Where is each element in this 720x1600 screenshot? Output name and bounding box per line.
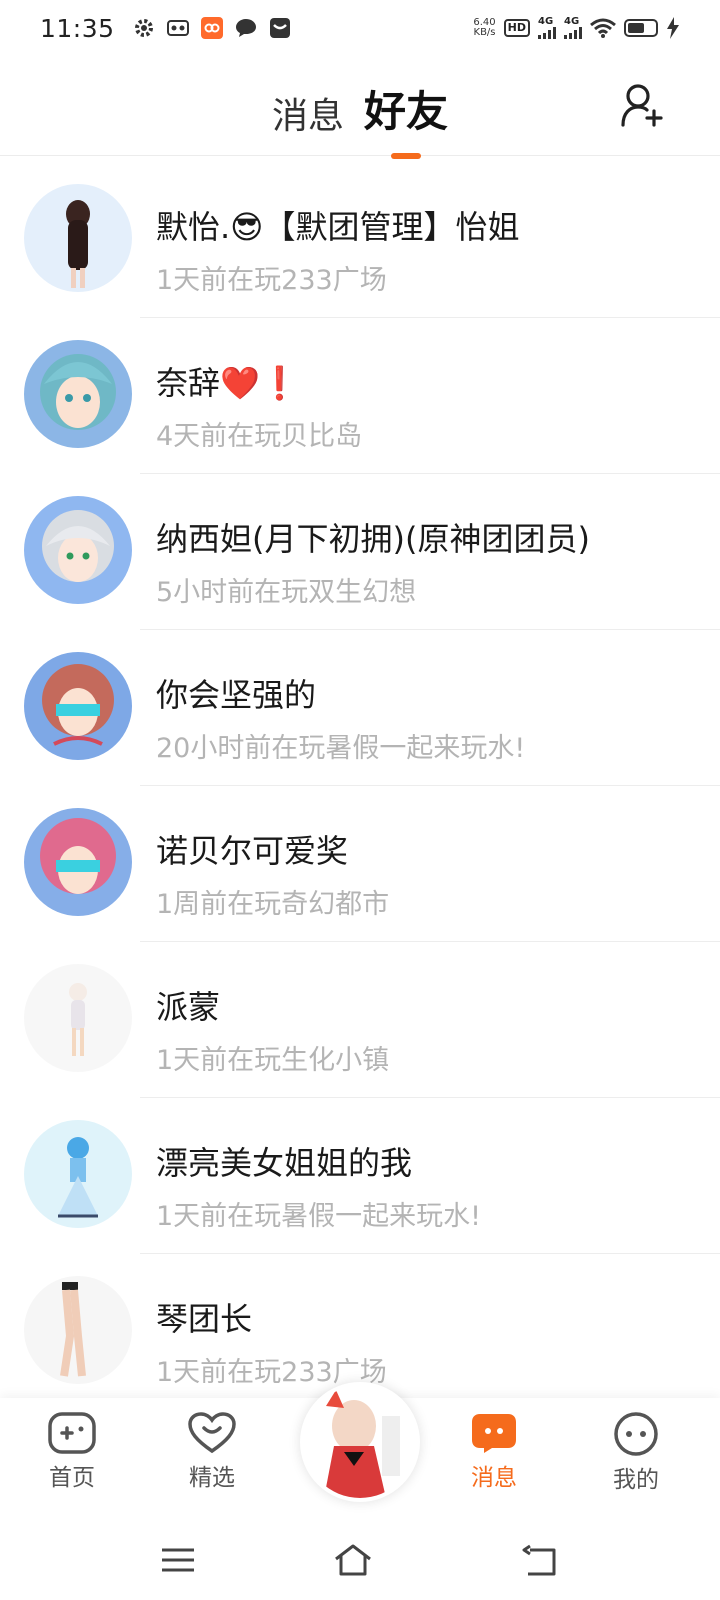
friend-name: 漂亮美女姐姐的我 — [156, 1144, 413, 1182]
tab-messages[interactable]: 消息 — [272, 87, 344, 139]
chat-bubble-icon — [235, 17, 257, 39]
friend-name: 奈辞❤️❗ — [156, 364, 300, 402]
page-header: 消息 好友 — [0, 56, 720, 159]
tab-friends-label: 好友 — [364, 87, 449, 136]
friend-list-item[interactable]: 诺贝尔可爱奖 1周前在玩奇幻都市 — [0, 786, 720, 942]
friend-list-item[interactable]: 派蒙 1天前在玩生化小镇 — [0, 942, 720, 1098]
avatar[interactable] — [24, 808, 132, 916]
friend-status: 1周前在玩奇幻都市 — [156, 889, 390, 920]
friend-list-item[interactable]: 默怡.😎【默团管理】怡姐 1天前在玩233广场 — [0, 162, 720, 318]
nav-home-label: 首页 — [49, 1465, 95, 1491]
heart-icon — [188, 1412, 236, 1454]
friend-status: 20小时前在玩暑假一起来玩水! — [156, 733, 526, 764]
face-icon — [614, 1412, 658, 1456]
avatar[interactable] — [24, 652, 132, 760]
avatar[interactable] — [24, 1120, 132, 1228]
gamepad-icon — [48, 1412, 96, 1454]
mail-box-icon — [269, 17, 291, 39]
status-time: 11:35 — [40, 13, 115, 43]
battery-icon — [624, 19, 658, 37]
avatar[interactable] — [24, 1276, 132, 1384]
nav-mine[interactable]: 我的 — [586, 1412, 686, 1494]
friend-list-item[interactable]: 纳西妲(月下初拥)(原神团团员) 5小时前在玩双生幻想 — [0, 474, 720, 630]
center-profile-avatar[interactable] — [300, 1382, 420, 1502]
avatar[interactable] — [24, 184, 132, 292]
menu-icon[interactable] — [158, 1542, 198, 1578]
status-bar: 11:35 6.40 KB/s HD 4G 4G — [0, 0, 720, 56]
system-navigation-bar — [0, 1520, 720, 1600]
nav-home[interactable]: 首页 — [22, 1412, 122, 1492]
friend-status: 1天前在玩生化小镇 — [156, 1045, 390, 1076]
friend-list-item[interactable]: 漂亮美女姐姐的我 1天前在玩暑假一起来玩水! — [0, 1098, 720, 1254]
app-notification-icon — [200, 17, 223, 39]
friend-list-item[interactable]: 你会坚强的 20小时前在玩暑假一起来玩水! — [0, 630, 720, 786]
network-speed: 6.40 KB/s — [473, 17, 496, 38]
tab-bar: 消息 好友 — [0, 78, 720, 159]
message-bubble-icon — [472, 1414, 516, 1453]
nav-messages[interactable]: 消息 — [444, 1412, 544, 1492]
friend-name: 派蒙 — [156, 988, 221, 1026]
vr-box-icon — [166, 18, 189, 38]
avatar[interactable] — [24, 496, 132, 604]
friend-list-item[interactable]: 奈辞❤️❗ 4天前在玩贝比岛 — [0, 318, 720, 474]
friend-name: 纳西妲(月下初拥)(原神团团员) — [156, 520, 590, 558]
friend-name: 琴团长 — [156, 1300, 253, 1338]
avatar[interactable] — [24, 964, 132, 1072]
settings-gear-icon — [133, 17, 155, 39]
friend-status: 5小时前在玩双生幻想 — [156, 577, 417, 608]
nav-featured-label: 精选 — [189, 1465, 235, 1491]
nav-mine-label: 我的 — [613, 1467, 659, 1493]
avatar[interactable] — [24, 340, 132, 448]
home-icon[interactable] — [333, 1542, 373, 1578]
nav-featured[interactable]: 精选 — [162, 1412, 262, 1492]
tab-friends[interactable]: 好友 — [364, 78, 449, 159]
signal-strength-1-icon: 4G — [538, 17, 556, 39]
friend-status: 1天前在玩暑假一起来玩水! — [156, 1201, 482, 1232]
wifi-icon — [590, 18, 616, 38]
friend-name: 诺贝尔可爱奖 — [156, 832, 349, 870]
friend-list: 默怡.😎【默团管理】怡姐 1天前在玩233广场 奈辞❤️❗ 4天前在玩贝比岛 纳… — [0, 162, 720, 1410]
friend-status: 1天前在玩233广场 — [156, 265, 387, 296]
back-icon[interactable] — [520, 1542, 560, 1578]
charging-bolt-icon — [666, 17, 680, 39]
add-friend-icon[interactable] — [620, 82, 666, 128]
signal-strength-2-icon: 4G — [564, 17, 582, 39]
hd-voice-badge: HD — [503, 19, 530, 37]
active-tab-indicator — [391, 153, 421, 159]
nav-messages-label: 消息 — [471, 1465, 517, 1491]
friend-name: 你会坚强的 — [156, 676, 317, 714]
friend-status: 4天前在玩贝比岛 — [156, 421, 363, 452]
friend-name: 默怡.😎【默团管理】怡姐 — [156, 208, 520, 246]
